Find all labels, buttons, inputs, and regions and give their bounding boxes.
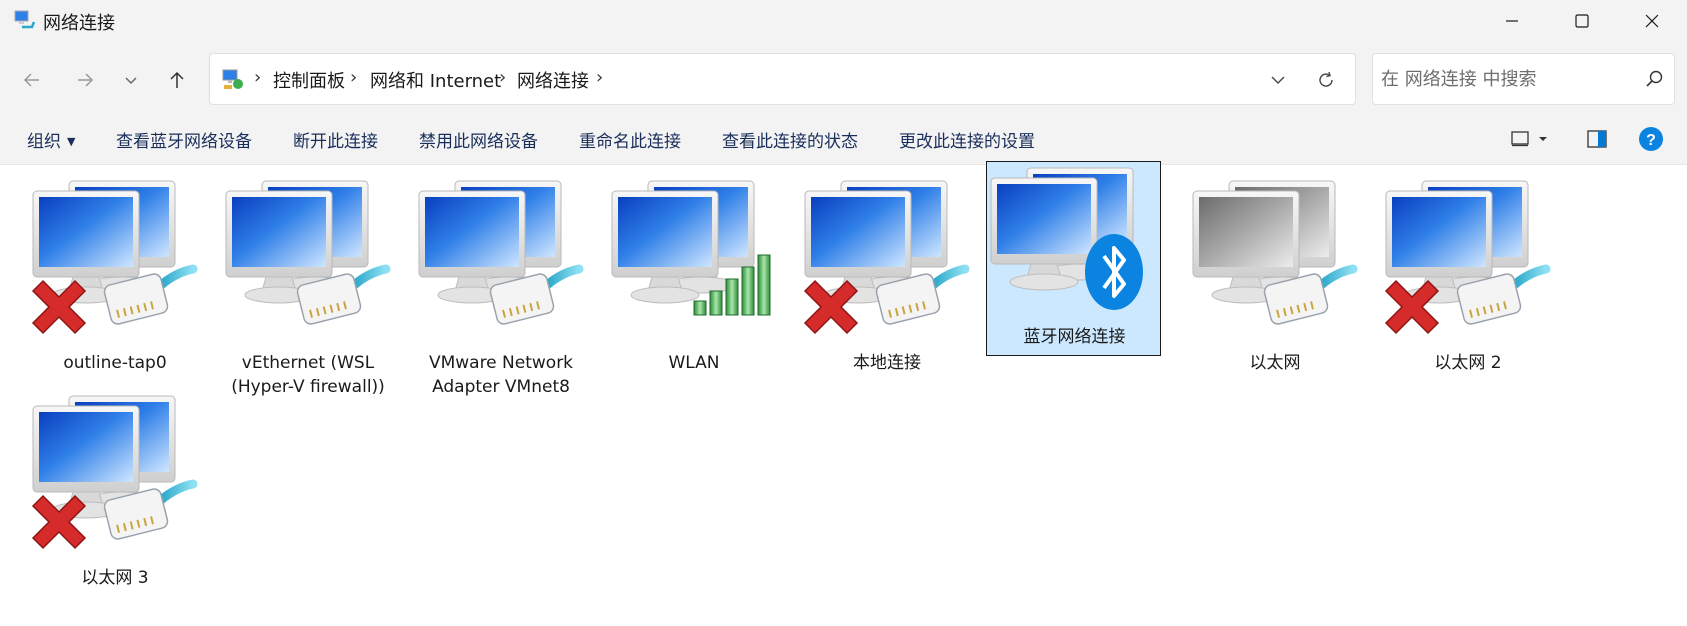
caret-down-icon: ▼ (67, 135, 76, 148)
connection-name: 本地连接 (853, 353, 921, 373)
breadcrumb-separator[interactable]: › (596, 67, 603, 88)
connection-item[interactable]: vEthernet (WSL (Hyper-V firewall)) (213, 174, 401, 397)
address-history-dropdown[interactable] (1263, 67, 1293, 93)
view-bluetooth-devices-button[interactable]: 查看蓝牙网络设备 (116, 127, 252, 152)
ethernet-connected-icon (418, 180, 591, 339)
help-icon: ? (1639, 127, 1663, 151)
minimize-button[interactable] (1477, 0, 1547, 42)
arrow-right-icon (78, 73, 94, 87)
search-box[interactable] (1372, 53, 1675, 105)
view-mode-icon (1511, 131, 1529, 147)
preview-pane-icon (1587, 130, 1607, 148)
preview-pane-button[interactable] (1582, 124, 1612, 154)
command-bar: 组织 ▼ 查看蓝牙网络设备 断开此连接 禁用此网络设备 重命名此连接 查看此连接的… (0, 114, 1687, 165)
bluetooth-network-icon (990, 167, 1143, 310)
svg-text:?: ? (1646, 132, 1656, 149)
arrow-left-icon (23, 73, 39, 87)
control-panel-icon (221, 67, 245, 91)
view-options-dropdown[interactable] (1534, 124, 1552, 154)
connection-item[interactable]: 以太网 (1180, 174, 1368, 377)
connection-name: outline-tap0 (63, 353, 167, 373)
recent-locations-button[interactable] (113, 62, 149, 98)
connection-item[interactable]: WLAN (599, 174, 787, 377)
address-bar[interactable]: › 控制面板 › 网络和 Internet › 网络连接 › (209, 53, 1356, 105)
organize-menu[interactable]: 组织 ▼ (27, 127, 75, 152)
connections-view: outline-tap0 vEthernet (WSL (Hyper-V fir… (0, 161, 1687, 626)
wireless-signal-icon (611, 180, 771, 316)
breadcrumb-separator: › (350, 67, 358, 88)
ethernet-connected-icon (225, 180, 398, 339)
chevron-down-icon (1271, 76, 1285, 84)
refresh-icon (1319, 71, 1333, 87)
chevron-down-icon (125, 77, 137, 85)
caret-down-icon (1539, 137, 1547, 141)
connection-item[interactable]: 以太网 3 (20, 389, 208, 599)
breadcrumb-network-internet[interactable]: 网络和 Internet (370, 67, 501, 93)
connection-name: 以太网 (1249, 353, 1301, 373)
ethernet-disconnected-icon (804, 180, 977, 334)
up-button[interactable] (159, 62, 195, 98)
arrow-up-icon (170, 71, 184, 88)
connection-name: vEthernet (WSL (Hyper-V firewall)) (231, 353, 385, 397)
connection-item[interactable]: outline-tap0 (20, 174, 208, 377)
network-connections-app-icon (12, 8, 36, 32)
search-icon[interactable] (1643, 68, 1665, 90)
ethernet-disabled-icon (1192, 180, 1365, 339)
breadcrumb-separator: › (499, 67, 507, 88)
close-icon (1645, 14, 1659, 28)
back-button[interactable] (14, 62, 50, 98)
connection-item[interactable]: VMware Network Adapter VMnet8 (406, 174, 594, 397)
breadcrumb-network-connections[interactable]: 网络连接 (517, 67, 589, 93)
organize-label: 组织 (27, 132, 61, 152)
ethernet-disconnected-icon (32, 180, 205, 334)
connection-name: WLAN (668, 353, 720, 373)
connection-name: 以太网 2 (1434, 353, 1502, 373)
change-settings-button[interactable]: 更改此连接的设置 (899, 127, 1035, 152)
view-status-button[interactable]: 查看此连接的状态 (722, 127, 858, 152)
connection-item[interactable]: 本地连接 (792, 174, 980, 377)
connection-name: VMware Network Adapter VMnet8 (428, 353, 574, 397)
ethernet-disconnected-icon (1385, 180, 1558, 334)
connection-name: 以太网 3 (81, 568, 149, 588)
close-button[interactable] (1617, 0, 1687, 42)
maximize-button[interactable] (1547, 0, 1617, 42)
disconnect-button[interactable]: 断开此连接 (293, 127, 378, 152)
forward-button[interactable] (67, 62, 103, 98)
ethernet-disconnected-icon (32, 395, 205, 549)
search-input[interactable] (1381, 66, 1631, 92)
window-title: 网络连接 (43, 13, 115, 34)
breadcrumb-separator: › (254, 67, 262, 88)
title-bar: 网络连接 (0, 0, 1687, 42)
help-button[interactable]: ? (1636, 124, 1666, 154)
navigation-row: › 控制面板 › 网络和 Internet › 网络连接 › (0, 42, 1687, 114)
disable-device-button[interactable]: 禁用此网络设备 (419, 127, 538, 152)
rename-connection-button[interactable]: 重命名此连接 (579, 127, 681, 152)
breadcrumb-control-panel[interactable]: 控制面板 (273, 67, 345, 93)
connection-item-selected[interactable]: 蓝牙网络连接 (986, 161, 1161, 356)
connection-item[interactable]: 以太网 2 (1373, 174, 1561, 377)
view-options-button[interactable] (1506, 124, 1536, 154)
minimize-icon (1506, 20, 1518, 22)
connection-name: 蓝牙网络连接 (1023, 327, 1126, 347)
maximize-icon (1575, 14, 1589, 28)
refresh-button[interactable] (1311, 65, 1341, 95)
